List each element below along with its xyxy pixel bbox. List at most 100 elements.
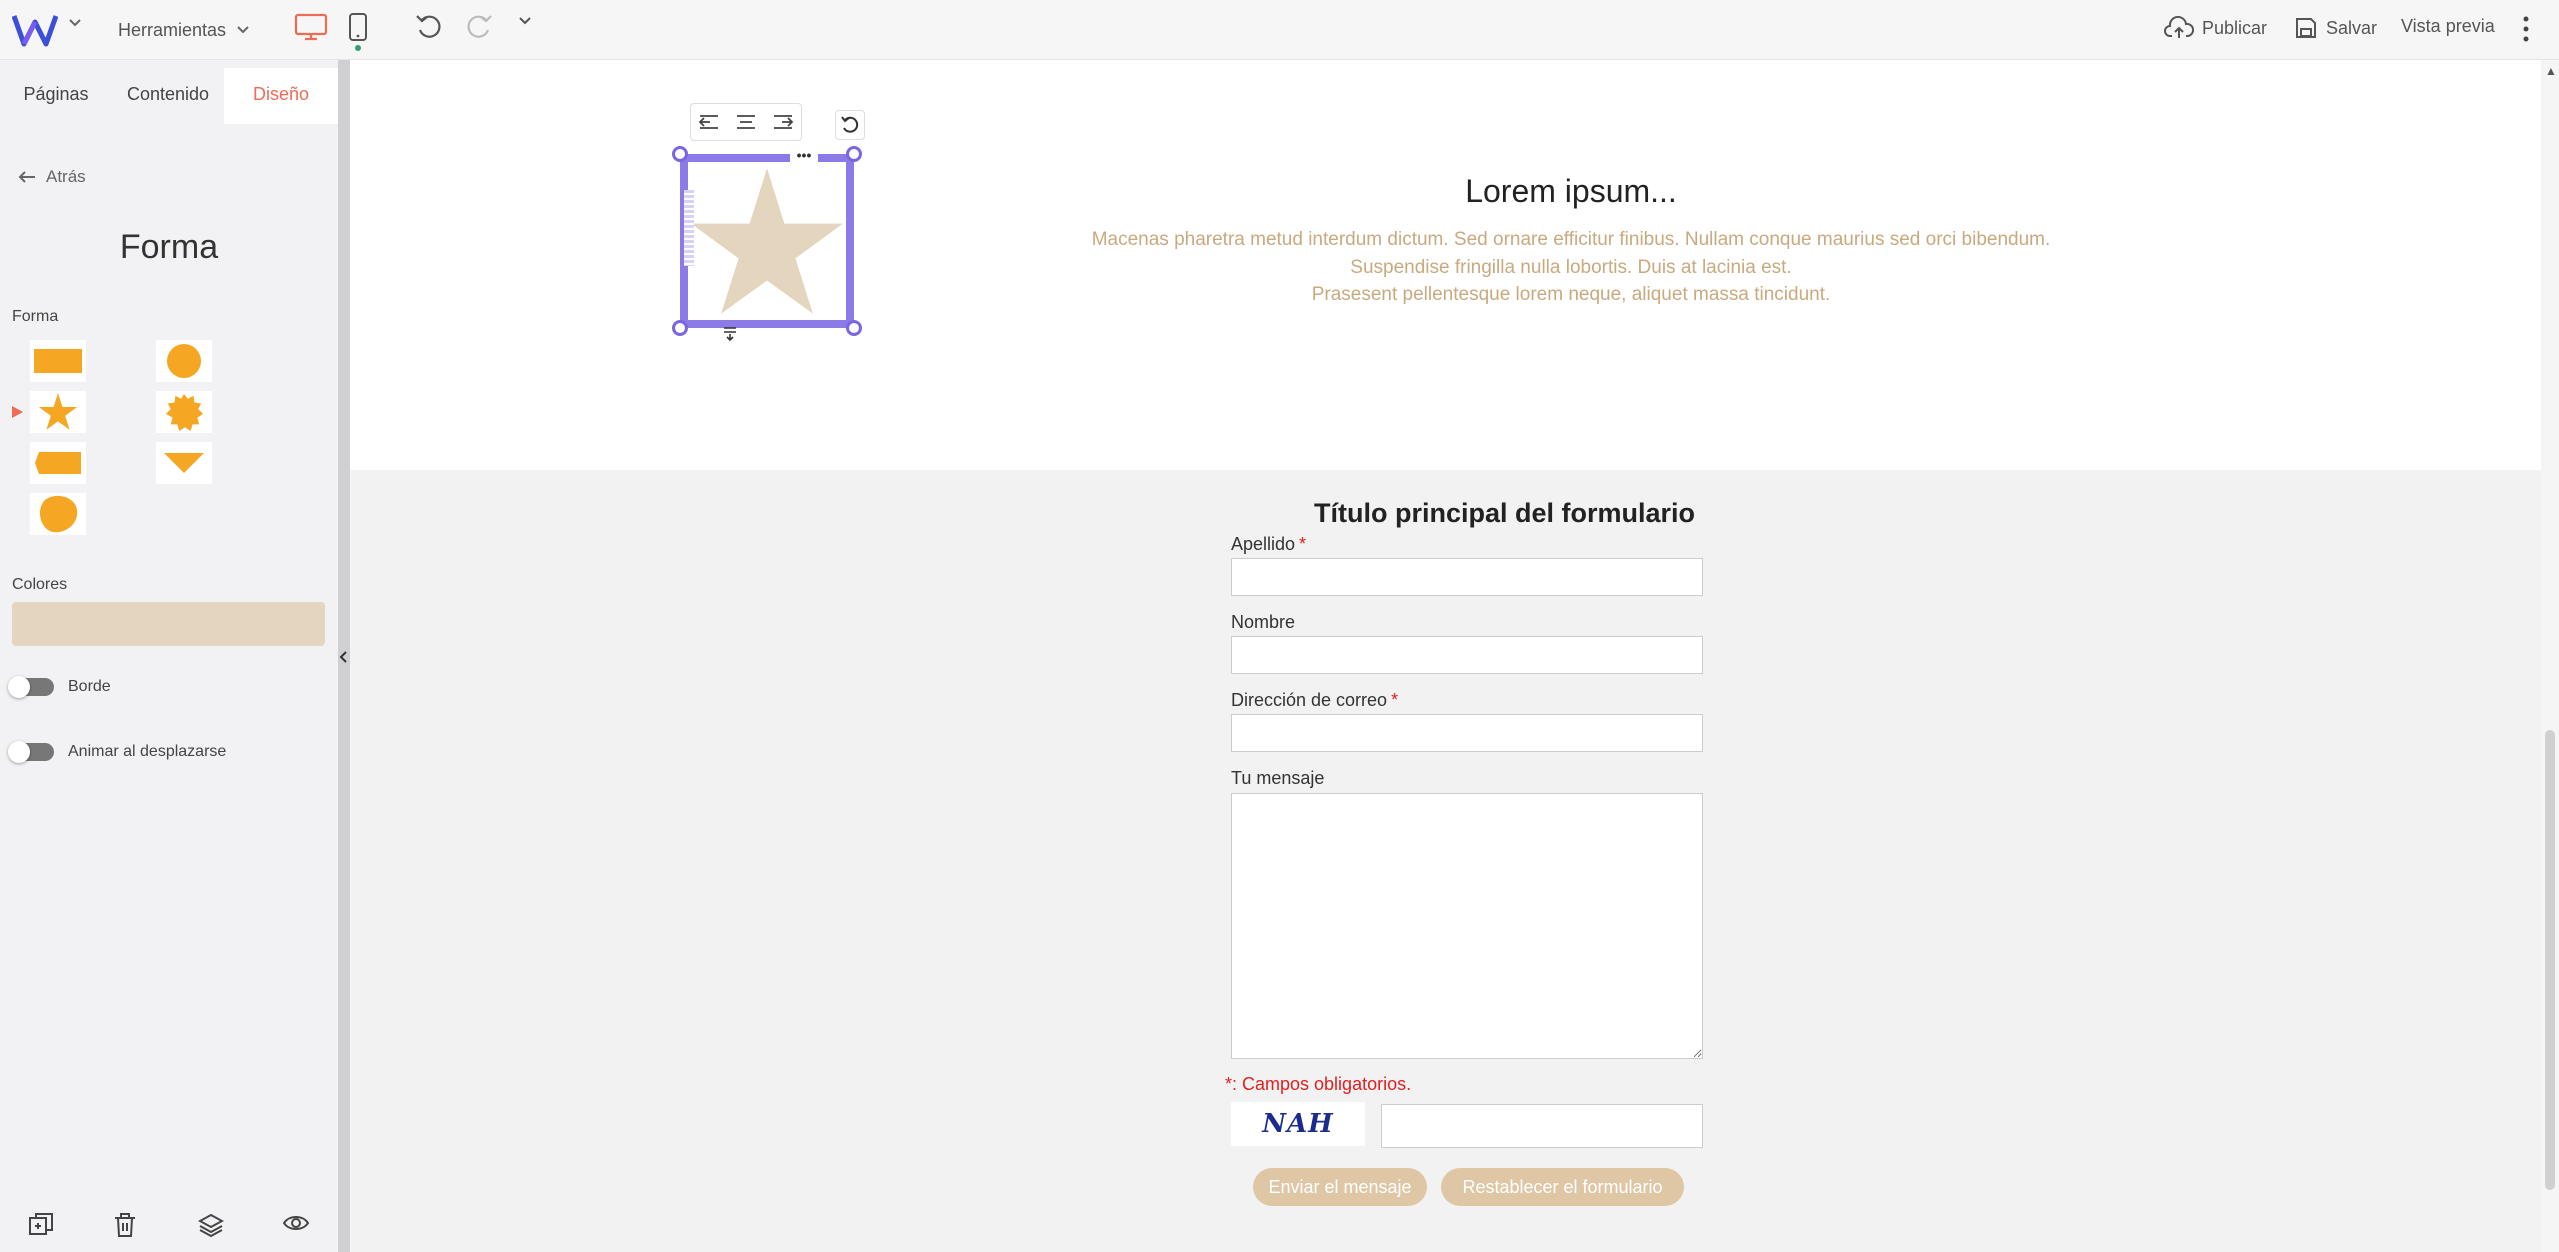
mobile-icon <box>349 13 367 51</box>
logo-w-icon[interactable] <box>12 10 60 50</box>
resize-handle-top-right[interactable] <box>846 146 862 162</box>
resize-handle-left[interactable] <box>684 190 694 266</box>
animate-toggle[interactable] <box>8 741 54 763</box>
duplicate-icon[interactable] <box>28 1212 54 1243</box>
shape-option-tag[interactable] <box>30 442 86 484</box>
first-name-label: Nombre <box>1231 612 1296 632</box>
send-message-button[interactable]: Enviar el mensaje <box>1253 1168 1427 1206</box>
undo-icon <box>416 15 441 38</box>
animate-label: Animar al desplazarse <box>68 743 227 760</box>
shape-color-swatch[interactable] <box>12 602 325 646</box>
tab-pages[interactable]: Páginas <box>0 68 112 124</box>
field-label-text: Apellido <box>1231 534 1296 554</box>
shape-align-toolbar <box>690 103 802 141</box>
panel-title: Forma <box>119 228 219 266</box>
border-toggle-row[interactable]: Borde <box>8 676 111 698</box>
resize-handle-bottom-right[interactable] <box>846 320 862 336</box>
save-icon <box>2296 18 2316 38</box>
preview-label: Vista previa <box>2401 16 2495 36</box>
last-name-label: Apellido * <box>1231 534 1306 555</box>
desktop-view-button[interactable] <box>294 12 328 42</box>
hero-section[interactable]: ••• Lorem ipsum... Macenas pharetra metu… <box>350 60 2541 470</box>
history-menu-button[interactable] <box>518 16 532 26</box>
star-shape <box>691 168 843 314</box>
align-center-icon[interactable] <box>735 113 757 131</box>
back-label: Atrás <box>46 167 86 186</box>
scrollbar-thumb[interactable] <box>2545 730 2555 1190</box>
shape-option-seal[interactable] <box>156 391 212 433</box>
more-options-button[interactable] <box>2522 14 2530 44</box>
hero-line: Macenas pharetra metud interdum dictum. … <box>1091 229 2051 250</box>
hero-heading: Lorem ipsum... <box>1465 173 1677 209</box>
seal-shape-icon <box>165 393 203 431</box>
shape-more-menu-button[interactable]: ••• <box>790 148 818 164</box>
star-shape-icon <box>38 393 78 430</box>
chevron-down-icon <box>237 26 249 34</box>
captcha-image: NAH <box>1231 1102 1365 1146</box>
hero-line: Suspendise fringilla nulla lobortis. Dui… <box>1350 256 1792 278</box>
border-label: Borde <box>68 678 111 695</box>
save-button[interactable]: Salvar <box>2294 16 2377 40</box>
tab-design[interactable]: Diseño <box>224 68 338 124</box>
publish-button[interactable]: Publicar <box>2164 16 2267 40</box>
design-sidebar: Páginas Contenido Diseño Atrás Forma For… <box>0 60 338 1252</box>
tab-content[interactable]: Contenido <box>112 68 224 124</box>
form-title: Título principal del formulario <box>1313 498 1696 528</box>
align-left-icon[interactable] <box>698 113 720 131</box>
rotate-icon <box>841 116 859 133</box>
captcha-input[interactable] <box>1381 1104 1703 1148</box>
vertical-scrollbar[interactable]: ▲ <box>2541 60 2559 1252</box>
chevron-down-icon[interactable] <box>68 18 82 28</box>
required-fields-note: *: Campos obligatorios. <box>1225 1074 1412 1094</box>
border-toggle[interactable] <box>8 676 54 698</box>
shape-option-blob[interactable] <box>30 493 86 535</box>
desktop-icon <box>294 13 328 41</box>
first-name-field[interactable] <box>1231 636 1703 674</box>
layer-order-icon[interactable] <box>722 326 742 346</box>
blob-shape-icon <box>39 495 78 533</box>
trash-icon[interactable] <box>113 1212 137 1243</box>
shape-option-star[interactable] <box>30 391 86 433</box>
shape-option-circle[interactable] <box>156 340 212 382</box>
email-label: Dirección de correo * <box>1231 690 1398 711</box>
last-name-field[interactable] <box>1231 558 1703 596</box>
arrow-left-icon <box>18 171 35 183</box>
undo-button[interactable] <box>414 12 444 42</box>
layers-icon[interactable] <box>197 1212 225 1243</box>
animate-toggle-row[interactable]: Animar al desplazarse <box>8 741 227 763</box>
editor-canvas: ••• Lorem ipsum... Macenas pharetra metu… <box>350 60 2541 1252</box>
reset-rotation-button[interactable] <box>835 110 865 140</box>
chevron-down-icon <box>519 17 531 25</box>
eye-icon[interactable] <box>282 1212 310 1239</box>
tools-menu-label: Herramientas <box>118 19 227 40</box>
email-field[interactable] <box>1231 714 1703 752</box>
selected-marker-icon <box>12 406 23 418</box>
message-textarea[interactable] <box>1231 793 1703 1059</box>
tag-shape-icon <box>35 452 81 474</box>
shape-option-rectangle[interactable] <box>30 340 86 382</box>
required-marker: * <box>1299 534 1307 554</box>
preview-button[interactable]: Vista previa <box>2401 16 2495 37</box>
mobile-view-button[interactable] <box>348 12 368 52</box>
redo-icon <box>467 15 492 38</box>
align-right-icon[interactable] <box>772 113 794 131</box>
reset-form-button[interactable]: Restablecer el formulario <box>1441 1168 1684 1206</box>
resize-handle-bottom-left[interactable] <box>672 320 688 336</box>
hero-line: Prasesent pellentesque lorem neque, aliq… <box>1311 284 1831 305</box>
message-label: Tu mensaje <box>1231 768 1325 788</box>
top-toolbar: Herramientas Publicar Salvar Vista previ… <box>0 0 2559 60</box>
scroll-up-icon[interactable]: ▲ <box>2545 64 2557 78</box>
redo-button[interactable] <box>464 12 494 42</box>
back-button[interactable]: Atrás <box>18 167 86 187</box>
circle-shape-icon <box>167 344 201 378</box>
resize-handle-top-left[interactable] <box>672 146 688 162</box>
selected-shape-frame[interactable] <box>680 154 854 342</box>
required-marker: * <box>1391 690 1399 710</box>
collapse-panel-button[interactable] <box>338 650 350 666</box>
tools-menu[interactable]: Herramientas <box>118 14 250 46</box>
shape-option-triangle[interactable] <box>156 442 212 484</box>
publish-label: Publicar <box>2202 17 2268 38</box>
save-label: Salvar <box>2326 17 2378 38</box>
hero-paragraph: Macenas pharetra metud interdum dictum. … <box>864 226 2278 309</box>
sidebar-tabs: Páginas Contenido Diseño <box>0 68 338 124</box>
